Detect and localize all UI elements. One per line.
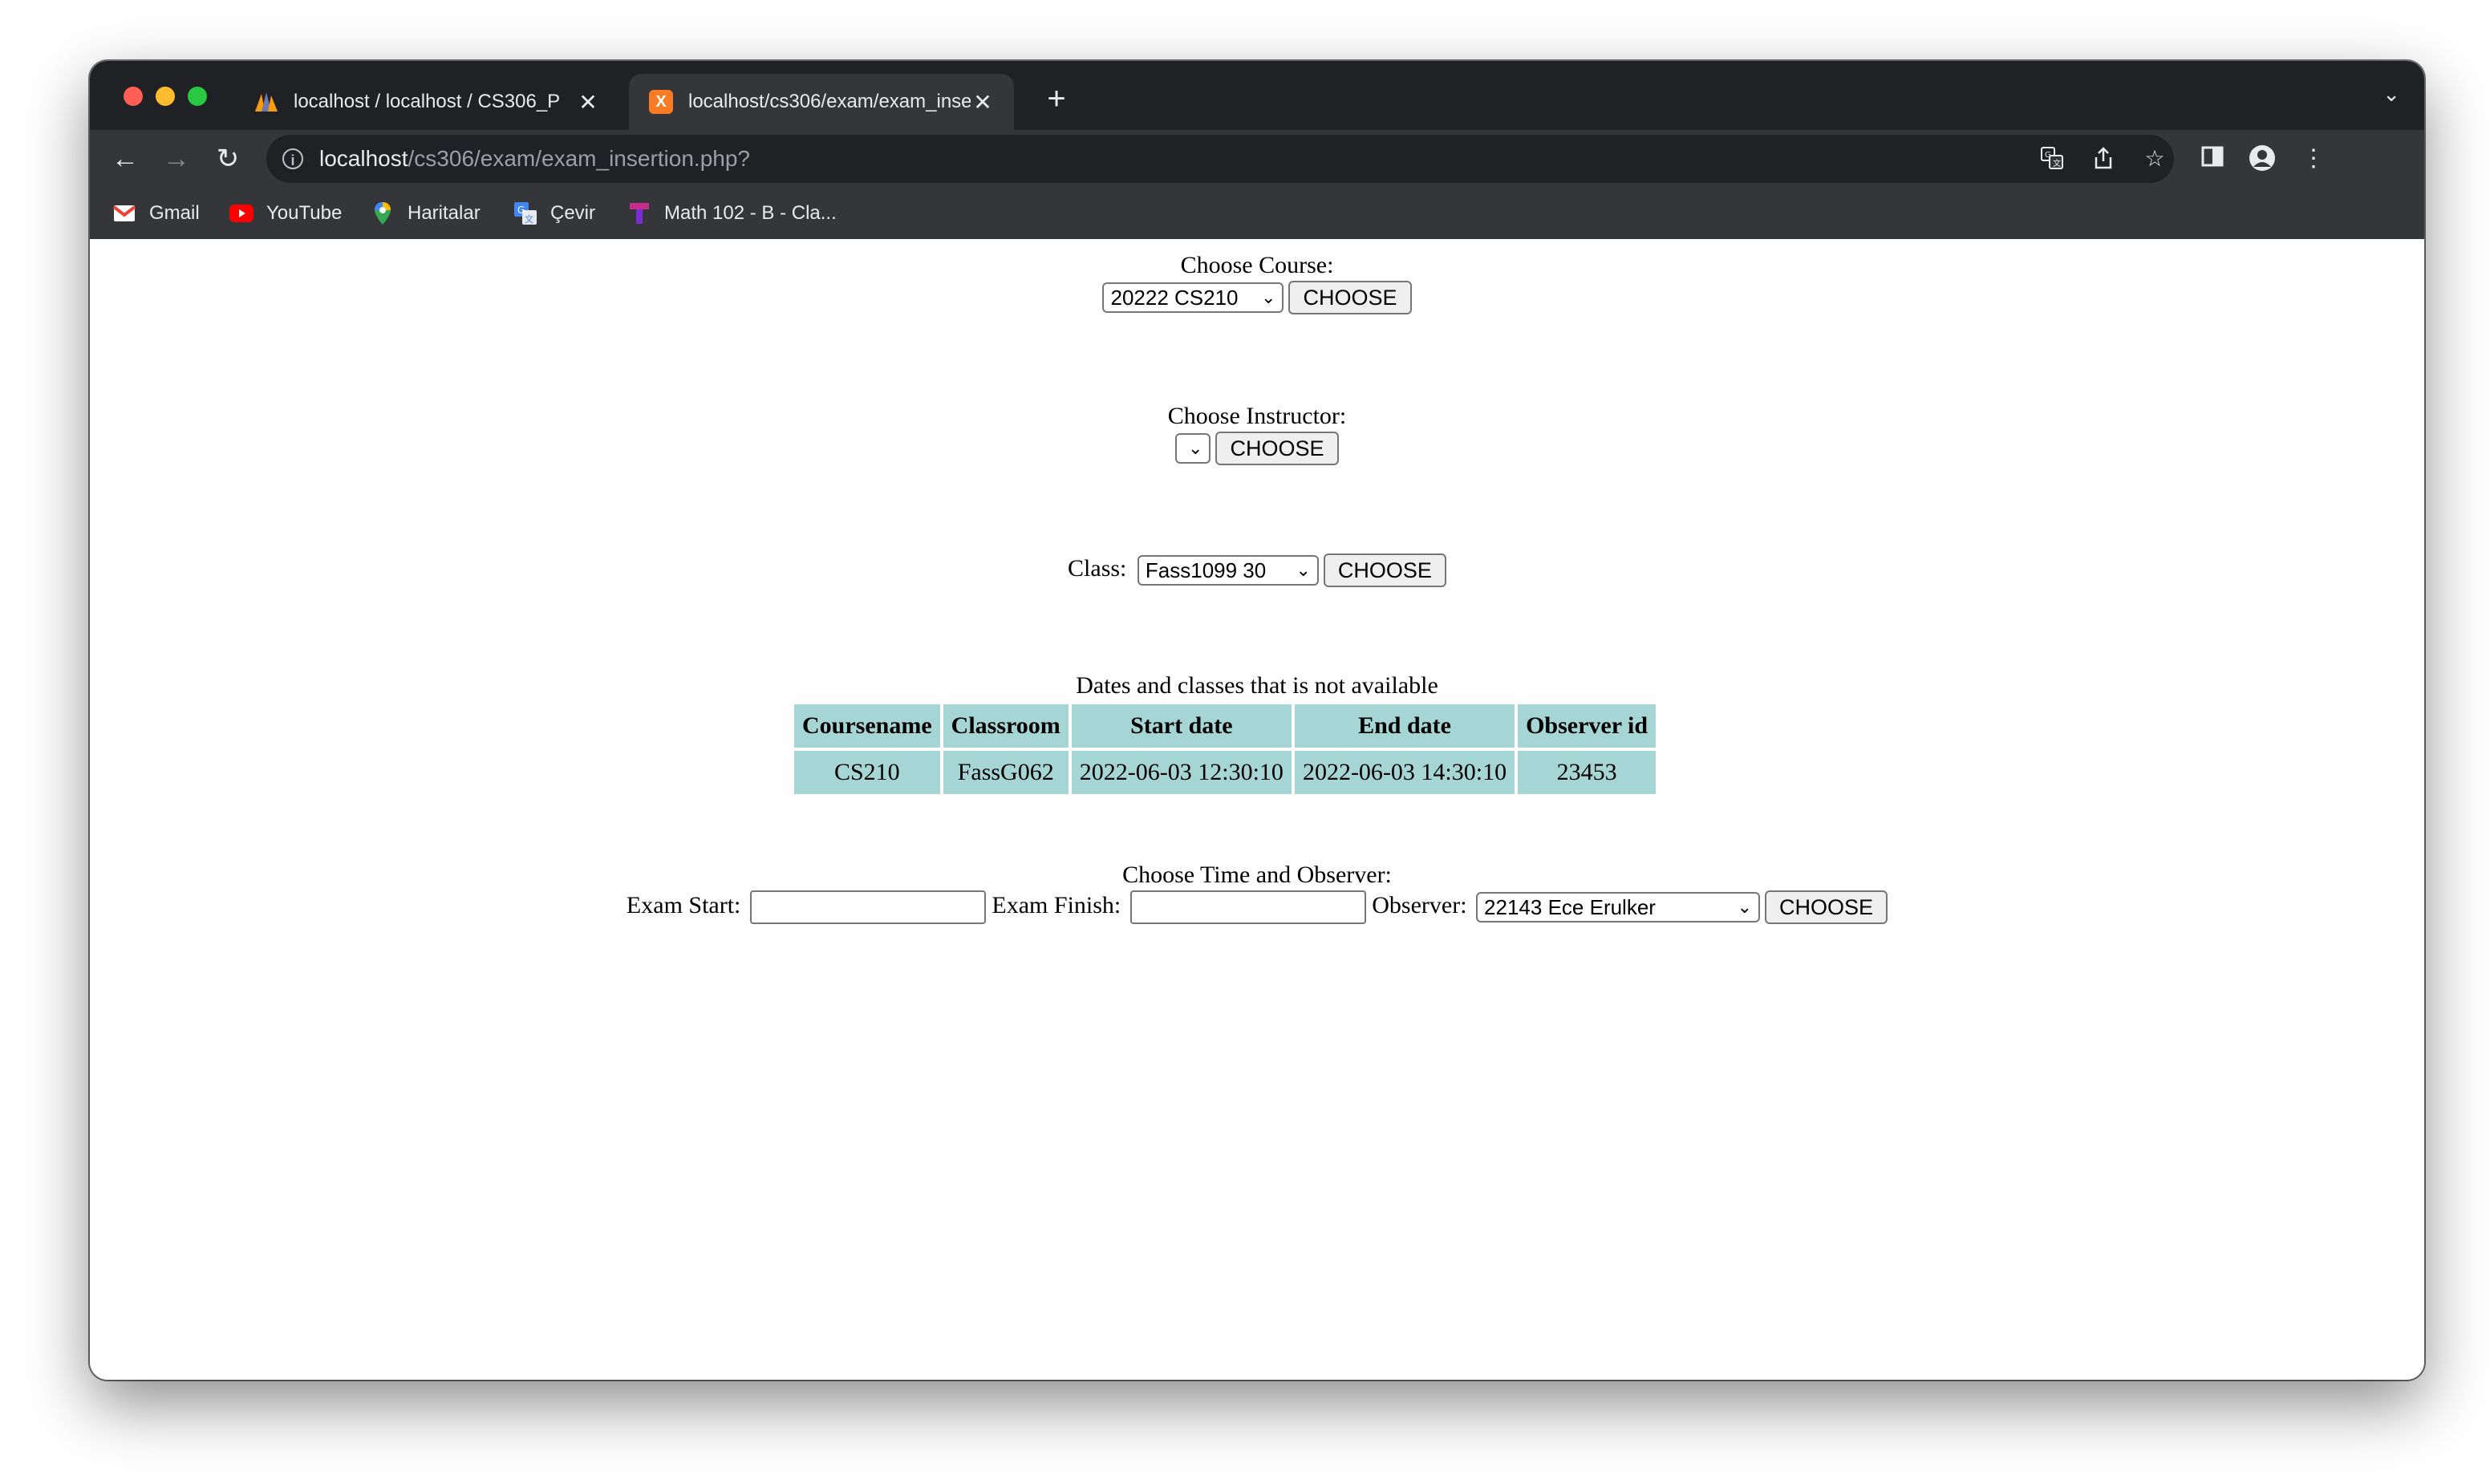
unavailable-table: Coursename Classroom Start date End date… — [791, 701, 1659, 797]
svg-text:G: G — [2045, 151, 2051, 160]
bookmarks-bar: Gmail YouTube Haritalar G文 Çevir Math 10… — [90, 188, 2424, 240]
instructor-section: Choose Instructor: ⌄ CHOOSE — [90, 403, 2424, 465]
reload-button[interactable]: ↻ — [207, 138, 249, 180]
bookmark-cevir[interactable]: G文 Çevir — [513, 199, 595, 228]
col-coursename: Coursename — [794, 704, 940, 748]
site-info-icon[interactable]: i — [282, 148, 303, 169]
col-end-date: End date — [1294, 704, 1515, 748]
close-tab-icon[interactable]: ✕ — [576, 89, 600, 116]
tab-exam-insertion[interactable]: X localhost/cs306/exam/exam_insertion.ph… — [629, 74, 1014, 130]
observer-selected-value: 22143 Ece Erulker — [1484, 895, 1656, 919]
bookmark-gmail[interactable]: Gmail — [112, 199, 200, 228]
cell-observer-id: 23453 — [1518, 751, 1657, 794]
table-row: CS210 FassG062 2022-06-03 12:30:10 2022-… — [794, 751, 1657, 794]
url-text: localhost/cs306/exam/exam_insertion.php? — [319, 146, 750, 171]
svg-text:G: G — [517, 205, 525, 216]
tab-title: localhost/cs306/exam/exam_insertion.php? — [688, 91, 971, 112]
exam-finish-label: Exam Finish: — [992, 891, 1121, 918]
chevron-down-icon: ⌄ — [1296, 560, 1311, 580]
choose-class-button[interactable]: CHOOSE — [1323, 553, 1446, 587]
browser-window: localhost / localhost / CS306_P ✕ X loca… — [90, 61, 2424, 1380]
course-selected-value: 20222 CS210 — [1110, 286, 1239, 310]
browser-toolbar: ← → ↻ i localhost/cs306/exam/exam_insert… — [90, 130, 2424, 188]
tab-title: localhost / localhost / CS306_P — [294, 91, 561, 112]
instructor-label: Choose Instructor: — [1167, 403, 1347, 429]
col-classroom: Classroom — [943, 704, 1069, 748]
svg-text:文: 文 — [525, 213, 533, 225]
chevron-down-icon: ⌄ — [1737, 897, 1753, 917]
cell-classroom: FassG062 — [943, 751, 1069, 794]
time-observer-heading: Choose Time and Observer: — [1122, 862, 1392, 888]
new-tab-button[interactable]: + — [1036, 79, 1077, 119]
tab-strip: localhost / localhost / CS306_P ✕ X loca… — [90, 61, 2424, 130]
bookmark-label: Gmail — [149, 202, 200, 224]
xampp-icon: X — [648, 89, 674, 115]
col-start-date: Start date — [1071, 704, 1292, 748]
class-selected-value: Fass1099 30 — [1145, 558, 1267, 582]
exam-finish-input[interactable] — [1129, 890, 1366, 924]
bookmark-math102[interactable]: Math 102 - B - Cla... — [627, 199, 837, 228]
choose-time-observer-button[interactable]: CHOOSE — [1765, 890, 1888, 924]
svg-text:文: 文 — [2053, 158, 2061, 168]
browser-menu-icon[interactable]: ⋮ — [2299, 144, 2328, 173]
forward-button[interactable]: → — [156, 138, 197, 180]
class-label: Class: — [1068, 554, 1127, 582]
maps-icon — [371, 201, 395, 225]
back-button[interactable]: ← — [104, 138, 146, 180]
page-content: Choose Course: 20222 CS210 ⌄ CHOOSE Choo… — [90, 239, 2424, 1380]
bookmark-youtube[interactable]: YouTube — [229, 199, 342, 228]
share-icon[interactable] — [2091, 146, 2116, 172]
chevron-down-icon: ⌄ — [1188, 438, 1203, 458]
bookmark-label: Haritalar — [408, 202, 481, 224]
chevron-down-icon: ⌄ — [1261, 287, 1276, 307]
bookmark-star-icon[interactable]: ☆ — [2142, 146, 2168, 172]
translate-page-icon[interactable]: G文 — [2039, 146, 2065, 172]
bookmark-label: Math 102 - B - Cla... — [664, 202, 837, 224]
cell-coursename: CS210 — [794, 751, 940, 794]
close-tab-icon[interactable]: ✕ — [971, 89, 995, 116]
bookmark-haritalar[interactable]: Haritalar — [371, 199, 481, 228]
unavailable-caption: Dates and classes that is not available — [1076, 672, 1438, 699]
choose-course-button[interactable]: CHOOSE — [1288, 281, 1412, 314]
phpmyadmin-icon — [253, 89, 279, 115]
close-window-button[interactable] — [124, 87, 143, 106]
gmail-icon — [112, 201, 136, 225]
instructor-select[interactable]: ⌄ — [1175, 433, 1211, 464]
observer-label: Observer: — [1372, 891, 1467, 918]
cell-start-date: 2022-06-03 12:30:10 — [1071, 751, 1292, 794]
bookmark-label: YouTube — [266, 202, 343, 224]
course-section: Choose Course: 20222 CS210 ⌄ CHOOSE — [90, 252, 2424, 314]
time-observer-section: Choose Time and Observer: Exam Start: Ex… — [90, 862, 2424, 924]
bookmark-label: Çevir — [550, 202, 596, 224]
cell-end-date: 2022-06-03 14:30:10 — [1294, 751, 1515, 794]
class-select[interactable]: Fass1099 30 ⌄ — [1137, 555, 1319, 586]
choose-instructor-button[interactable]: CHOOSE — [1215, 432, 1339, 465]
course-select[interactable]: 20222 CS210 ⌄ — [1102, 282, 1284, 313]
class-section: Class: Fass1099 30 ⌄ CHOOSE — [90, 553, 2424, 587]
table-header-row: Coursename Classroom Start date End date… — [794, 704, 1657, 748]
exam-start-input[interactable] — [749, 890, 986, 924]
side-panel-icon[interactable] — [2198, 144, 2227, 173]
classroom-icon — [627, 201, 651, 225]
tab-search-chevron-icon[interactable]: ⌄ — [2383, 82, 2400, 107]
translate-icon: G文 — [513, 201, 537, 225]
observer-select[interactable]: 22143 Ece Erulker ⌄ — [1476, 892, 1761, 922]
exam-start-label: Exam Start: — [626, 891, 741, 918]
tab-phpmyadmin[interactable]: localhost / localhost / CS306_P ✕ — [234, 74, 619, 130]
youtube-icon — [229, 201, 253, 225]
address-bar[interactable]: i localhost/cs306/exam/exam_insertion.ph… — [266, 135, 2174, 183]
zoom-window-button[interactable] — [188, 87, 207, 106]
minimize-window-button[interactable] — [156, 87, 175, 106]
col-observer-id: Observer id — [1518, 704, 1657, 748]
profile-avatar-icon[interactable] — [2248, 144, 2277, 173]
course-label: Choose Course: — [1180, 252, 1334, 278]
